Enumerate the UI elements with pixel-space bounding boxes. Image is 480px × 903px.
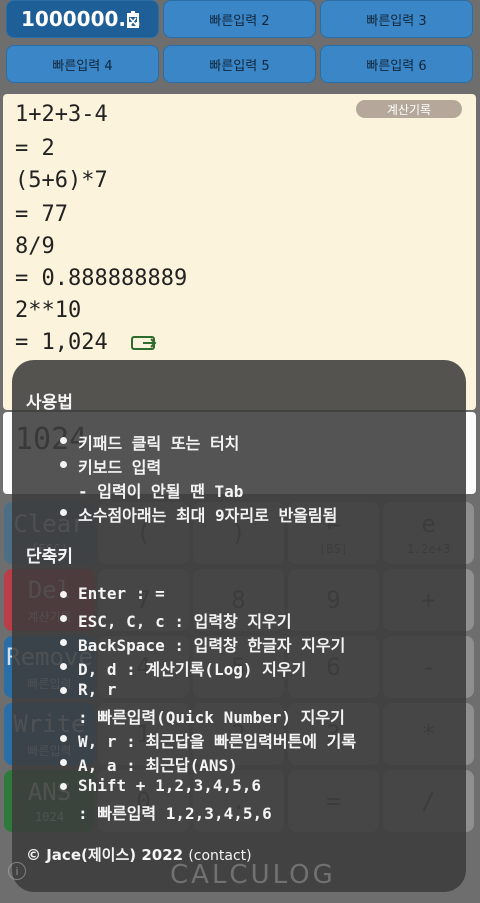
- quick-button-6[interactable]: 빠른입력 6: [320, 45, 473, 83]
- shortcut-item: BackSpace : 입력창 한글자 지우기: [78, 636, 346, 655]
- bullet-icon: [60, 509, 67, 516]
- quick-button-5[interactable]: 빠른입력 5: [163, 45, 316, 83]
- brand-logo: CALCULOG: [170, 860, 336, 890]
- shortcut-item: : 빠른입력 1,2,3,4,5,6: [78, 804, 272, 823]
- usage-item: - 입력이 안될 땐 Tab: [78, 482, 244, 501]
- bullet-icon: [60, 663, 67, 670]
- bullet-icon: [60, 687, 67, 694]
- quick-button-4-label: 빠른입력 4: [52, 58, 113, 74]
- shortcut-item: : 빠른입력(Quick Number) 지우기: [78, 708, 345, 727]
- shortcut-item: Shift + 1,2,3,4,5,6: [78, 776, 262, 795]
- quick-button-4[interactable]: 빠른입력 4: [6, 45, 159, 83]
- bullet-icon: [60, 591, 67, 598]
- footer-credit: © Jace(제이스) 2022: [26, 846, 184, 864]
- shortcut-item: Enter : =: [78, 584, 165, 603]
- quick-button-2[interactable]: 빠른입력 2: [163, 0, 316, 38]
- shortcut-item: R, r: [78, 680, 117, 699]
- help-overlay: 사용법 키패드 클릭 또는 터치 키보드 입력 - 입력이 안될 땐 Tab 소…: [12, 360, 466, 892]
- log-line: (5+6)*7: [15, 168, 108, 193]
- quick-button-6-label: 빠른입력 6: [366, 58, 427, 74]
- usage-item: 소수점아래는 최대 9자리로 반올림됨: [78, 506, 338, 525]
- quick-button-3-label: 빠른입력 3: [366, 13, 427, 29]
- bullet-icon: [60, 759, 67, 766]
- quick-button-1[interactable]: 1000000...: [6, 0, 159, 38]
- bullet-icon: [60, 615, 67, 622]
- log-line: = 0.888888889: [15, 266, 188, 291]
- trash-icon[interactable]: [126, 10, 140, 28]
- copy-to-quick-icon[interactable]: [131, 336, 159, 352]
- log-line: 2**10: [15, 298, 82, 323]
- quick-button-3[interactable]: 빠른입력 3: [320, 0, 473, 38]
- bullet-icon: [60, 437, 67, 444]
- usage-item: 키보드 입력: [78, 458, 162, 477]
- quick-button-2-label: 빠른입력 2: [209, 13, 270, 29]
- bullet-icon: [60, 783, 67, 790]
- bullet-icon: [60, 735, 67, 742]
- quick-button-5-label: 빠른입력 5: [209, 58, 270, 74]
- shortcut-item: ESC, C, c : 입력창 지우기: [78, 612, 292, 631]
- bullet-icon: [60, 639, 67, 646]
- log-line: = 1,024: [15, 330, 108, 355]
- log-line: 1+2+3-4: [15, 102, 108, 127]
- shortcut-item: A, a : 최근답(ANS): [78, 756, 238, 775]
- log-line: 8/9: [15, 234, 55, 259]
- quick-button-1-label: 1000000...: [21, 7, 142, 31]
- usage-item: 키패드 클릭 또는 터치: [78, 434, 240, 453]
- shortcut-item: D, d : 계산기록(Log) 지우기: [78, 660, 307, 679]
- log-line: = 2: [15, 136, 55, 161]
- bullet-icon: [60, 461, 67, 468]
- shortcut-title: 단축키: [26, 547, 73, 567]
- shortcut-item: W, r : 최근답을 빠른입력버튼에 기록: [78, 732, 357, 751]
- info-icon[interactable]: i: [8, 862, 26, 880]
- usage-title: 사용법: [26, 393, 73, 413]
- log-button[interactable]: 계산기록: [356, 100, 462, 118]
- log-line: = 77: [15, 202, 68, 227]
